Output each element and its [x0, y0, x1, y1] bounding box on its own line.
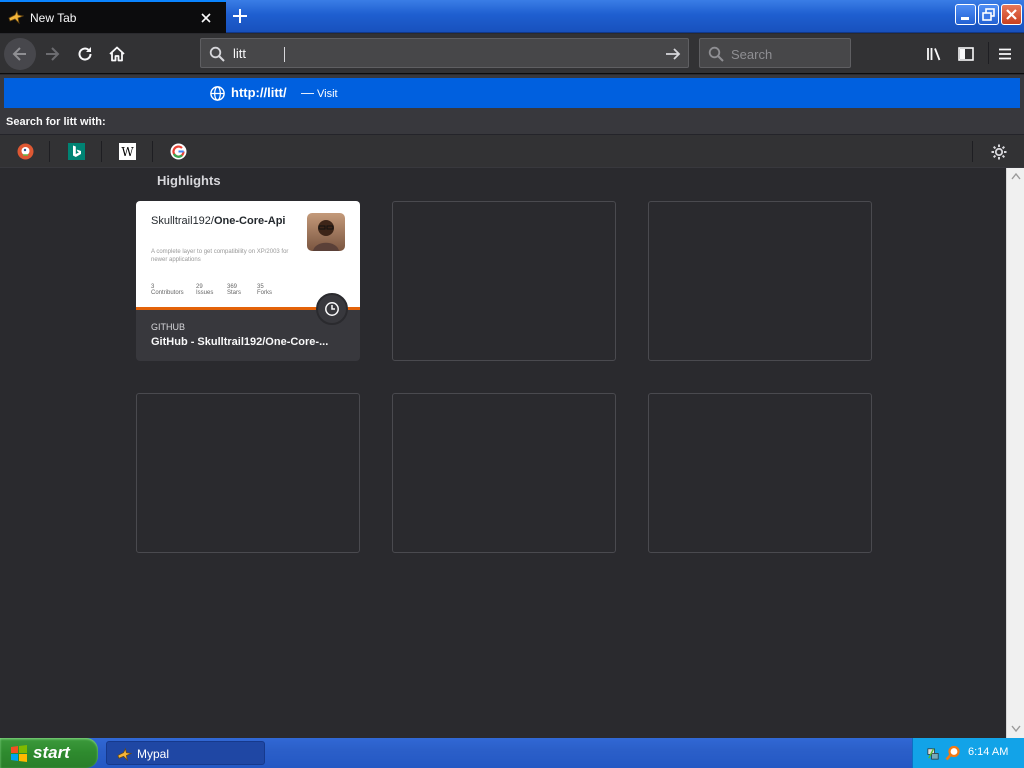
- highlights-heading: Highlights: [157, 173, 221, 188]
- tab-title: New Tab: [30, 11, 77, 25]
- stat-label: Stars: [227, 290, 242, 296]
- card-page-title: GitHub - Skulltrail192/One-Core-...: [151, 336, 329, 348]
- search-with-label: Search for litt with:: [6, 116, 106, 128]
- suggestion-separator: —: [301, 85, 314, 100]
- minimize-button[interactable]: [955, 4, 976, 25]
- search-bar[interactable]: Search: [699, 38, 851, 68]
- stat-label: Issues: [196, 290, 214, 296]
- reload-icon[interactable]: [75, 44, 95, 64]
- preview-repo-title: Skulltrail192/One-Core-Api: [151, 215, 291, 228]
- search-icon: [208, 45, 226, 63]
- restore-button[interactable]: [978, 4, 999, 25]
- duckduckgo-icon[interactable]: [17, 143, 34, 160]
- suggestion-url: http://litt/: [231, 85, 287, 100]
- search-icon: [707, 45, 725, 63]
- empty-highlight-slot: [648, 393, 872, 553]
- avatar: [307, 213, 345, 251]
- preview-repo-description: A complete layer to get compatibility on…: [151, 249, 289, 263]
- stat-label: Contributors: [151, 290, 184, 296]
- go-arrow-icon[interactable]: [664, 45, 682, 63]
- engine-separator: [49, 141, 50, 162]
- start-button[interactable]: start: [0, 738, 98, 768]
- bing-icon[interactable]: [68, 143, 85, 160]
- url-bar[interactable]: litt: [200, 38, 689, 68]
- one-off-search-engines: W: [0, 134, 1024, 167]
- new-tab-page: Highlights Skulltrail192/One-Core-Api A …: [0, 168, 1006, 738]
- preview-repo-name: One-Core-Api: [213, 215, 286, 227]
- engine-separator: [972, 141, 973, 162]
- url-suggestions-popup: http://litt/ — Visit Search for litt wit…: [0, 75, 1024, 168]
- back-arrow-icon[interactable]: [4, 38, 36, 70]
- card-preview-image: Skulltrail192/One-Core-Api A complete la…: [136, 201, 360, 308]
- library-icon[interactable]: [924, 44, 944, 64]
- close-tab-icon[interactable]: [199, 11, 213, 25]
- url-input[interactable]: litt: [233, 46, 246, 61]
- search-magnifier-tray-icon[interactable]: [944, 744, 961, 761]
- preview-repo-owner: Skulltrail192/: [151, 215, 214, 227]
- sidebar-icon[interactable]: [956, 44, 976, 64]
- windows-flag-icon: [9, 744, 29, 762]
- browser-window: New Tab litt Search http://litt/ — Visit…: [0, 0, 1024, 768]
- wikipedia-icon[interactable]: W: [119, 143, 136, 160]
- toolbar-separator: [988, 42, 989, 64]
- mypal-logo-icon: [116, 746, 132, 762]
- tab-new-tab[interactable]: New Tab: [0, 0, 226, 33]
- vertical-scrollbar[interactable]: [1006, 168, 1024, 738]
- navigation-toolbar: litt Search: [0, 34, 1024, 74]
- history-clock-icon: [316, 293, 348, 325]
- system-tray: 6:14 AM: [912, 738, 1024, 768]
- empty-highlight-slot: [648, 201, 872, 361]
- suggestion-row-visit[interactable]: http://litt/ — Visit: [4, 78, 1020, 108]
- clock: 6:14 AM: [968, 746, 1009, 758]
- empty-highlight-slot: [136, 393, 360, 553]
- tab-strip: New Tab: [0, 0, 1024, 33]
- svg-text:W: W: [121, 145, 134, 159]
- scroll-up-arrow-icon[interactable]: [1009, 170, 1023, 182]
- text-cursor: [284, 47, 285, 62]
- scroll-down-arrow-icon[interactable]: [1009, 723, 1023, 735]
- search-placeholder: Search: [731, 47, 773, 62]
- highlight-card[interactable]: Skulltrail192/One-Core-Api A complete la…: [136, 201, 360, 361]
- search-settings-gear-icon[interactable]: [989, 142, 1009, 162]
- engine-separator: [101, 141, 102, 162]
- empty-highlight-slot: [392, 201, 616, 361]
- taskbar: start Mypal 6:14 AM: [0, 738, 1024, 768]
- taskbar-item-mypal[interactable]: Mypal: [106, 741, 265, 765]
- network-icon[interactable]: [925, 745, 941, 761]
- engine-separator: [152, 141, 153, 162]
- globe-icon: [208, 84, 226, 102]
- taskbar-item-label: Mypal: [137, 747, 170, 761]
- suggestion-action: Visit: [317, 88, 338, 100]
- menu-hamburger-icon[interactable]: [995, 44, 1015, 64]
- empty-highlight-slot: [392, 393, 616, 553]
- card-site-label: GITHUB: [151, 322, 186, 332]
- forward-arrow-icon[interactable]: [42, 44, 62, 64]
- close-window-button[interactable]: [1001, 4, 1022, 25]
- new-tab-plus-icon[interactable]: [230, 6, 250, 26]
- start-label: start: [33, 743, 70, 762]
- stat-label: Forks: [257, 290, 272, 296]
- google-icon[interactable]: [170, 143, 187, 160]
- mypal-logo-icon: [8, 9, 24, 25]
- home-icon[interactable]: [107, 44, 127, 64]
